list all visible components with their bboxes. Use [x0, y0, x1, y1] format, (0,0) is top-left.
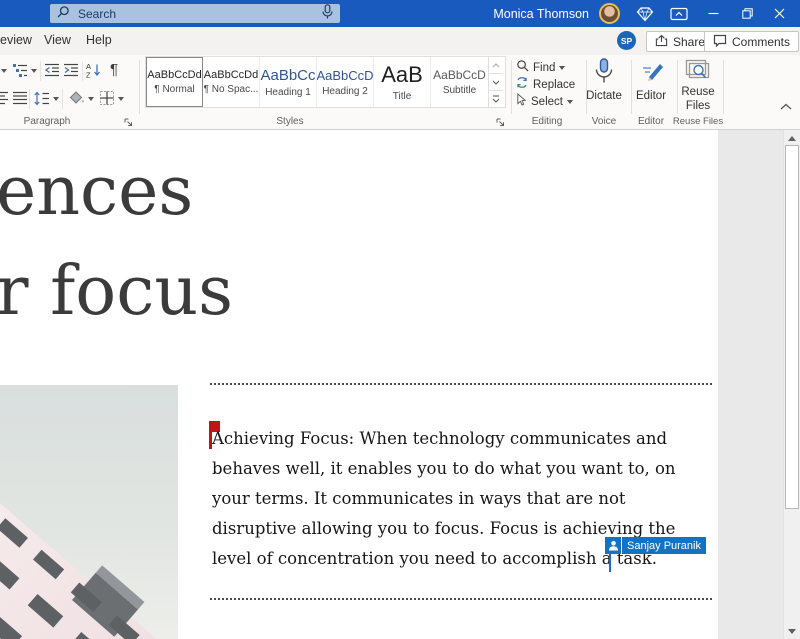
frame-dotted-border-bottom	[210, 598, 712, 600]
scroll-down-icon[interactable]	[788, 629, 796, 634]
gallery-more-icon[interactable]	[489, 91, 503, 107]
voice-group-label: Voice	[592, 116, 616, 127]
document-heading-line2: r focus	[0, 258, 233, 326]
share-icon	[655, 34, 668, 50]
paragraph-dialog-launcher[interactable]	[124, 114, 133, 130]
decrease-indent-icon[interactable]	[44, 63, 60, 77]
ribbon-commands: AZ ¶ Paragraph AaBbCcDd ¶ Normal AaBbCcD…	[0, 55, 800, 130]
bullets-dropdown-caret[interactable]	[1, 69, 7, 73]
find-icon	[516, 59, 529, 77]
gallery-scroll-down-icon[interactable]	[489, 74, 503, 91]
comments-label: Comments	[732, 35, 790, 49]
style-heading2[interactable]: AaBbCcD Heading 2	[317, 57, 374, 107]
voice-search-icon[interactable]	[322, 4, 333, 24]
find-caret	[559, 66, 565, 70]
style-subtitle[interactable]: AaBbCcD Subtitle	[431, 57, 488, 107]
style-normal[interactable]: AaBbCcDd ¶ Normal	[146, 57, 203, 107]
borders-icon[interactable]	[99, 90, 115, 106]
collapse-ribbon-icon[interactable]	[780, 103, 792, 110]
gallery-scroll-up-icon[interactable]	[489, 57, 503, 74]
presence-badge-sp[interactable]: SP	[617, 31, 636, 50]
styles-gallery-scroll	[488, 57, 503, 107]
styles-dialog-launcher[interactable]	[496, 114, 505, 130]
line-spacing-icon[interactable]	[33, 91, 50, 106]
multilevel-list-caret[interactable]	[31, 69, 37, 73]
increase-indent-icon[interactable]	[63, 63, 79, 77]
account-name[interactable]: Monica Thomson	[493, 7, 589, 21]
close-button[interactable]	[764, 0, 794, 27]
document-canvas: ences r focus	[0, 130, 800, 639]
scroll-up-icon[interactable]	[788, 136, 796, 141]
scrollbar-thumb[interactable]	[785, 145, 799, 509]
paragraph-line: behaves well, it enables you to do what …	[212, 454, 676, 484]
user-avatar[interactable]	[599, 3, 620, 24]
paragraph-group-label: Paragraph	[24, 116, 71, 127]
tab-view[interactable]: View	[44, 33, 71, 47]
titlebar-right-cluster: Monica Thomson	[493, 0, 794, 27]
tab-review[interactable]: eview	[0, 33, 32, 47]
search-placeholder: Search	[78, 7, 322, 21]
replace-icon	[515, 76, 529, 94]
search-icon	[57, 5, 70, 23]
premium-gem-icon[interactable]	[628, 0, 662, 27]
share-label: Share	[673, 35, 705, 49]
reuse-files-group-label: Reuse Files	[673, 116, 723, 127]
vertical-scrollbar[interactable]	[783, 130, 800, 639]
minimize-button[interactable]	[696, 0, 730, 27]
svg-text:Z: Z	[86, 71, 91, 79]
word-app-window: Search Monica Thomson eview View Help SP…	[0, 0, 800, 639]
find-button[interactable]: Find	[516, 59, 565, 77]
shading-icon[interactable]	[68, 91, 85, 105]
editor-button-label[interactable]: Editor	[636, 90, 666, 102]
document-photo-building[interactable]	[0, 385, 178, 639]
ribbon-tab-row: eview View Help SP Share Comments	[0, 27, 800, 55]
title-bar: Search Monica Thomson	[0, 0, 800, 27]
search-input[interactable]: Search	[50, 4, 340, 23]
justify-icon[interactable]	[12, 91, 28, 105]
editing-group-label: Editing	[532, 116, 563, 127]
tab-help[interactable]: Help	[86, 33, 112, 47]
select-button[interactable]: Select	[516, 93, 573, 111]
pilcrow-icon[interactable]: ¶	[110, 61, 118, 78]
sort-icon[interactable]: AZ	[86, 62, 101, 78]
style-title[interactable]: AaB Title	[374, 57, 431, 107]
editor-group-label: Editor	[638, 116, 664, 127]
multilevel-list-icon[interactable]	[12, 63, 28, 77]
ribbon-display-options-button[interactable]	[662, 0, 696, 27]
replace-button[interactable]: Replace	[515, 76, 575, 94]
styles-gallery: AaBbCcDd ¶ Normal AaBbCcDd ¶ No Spac... …	[145, 56, 506, 108]
document-page[interactable]: ences r focus	[0, 130, 718, 639]
reuse-files-icon[interactable]	[685, 59, 711, 83]
comments-icon	[713, 34, 727, 50]
photo-building-facade	[0, 503, 178, 639]
coauthor-person-icon	[605, 537, 621, 554]
align-center-icon[interactable]	[0, 91, 9, 105]
comments-button[interactable]: Comments	[704, 31, 799, 52]
select-caret	[567, 100, 573, 104]
line-spacing-caret[interactable]	[53, 97, 59, 101]
frame-dotted-border-top	[210, 383, 712, 385]
reuse-files-label-line2[interactable]: Files	[686, 100, 710, 112]
select-icon	[516, 93, 527, 111]
restore-button[interactable]	[730, 0, 764, 27]
style-no-spacing[interactable]: AaBbCcDd ¶ No Spac...	[203, 57, 260, 107]
dictate-icon[interactable]	[593, 58, 615, 86]
styles-group-label: Styles	[276, 116, 303, 127]
coauthor-flag[interactable]: Sanjay Puranik	[605, 537, 706, 554]
paragraph-line: your terms. It communicates in ways that…	[212, 484, 676, 514]
dictate-label[interactable]: Dictate	[586, 90, 622, 102]
coauthor-text-cursor	[609, 553, 611, 572]
shading-caret[interactable]	[88, 97, 94, 101]
editor-icon[interactable]	[640, 60, 664, 84]
style-heading1[interactable]: AaBbCc Heading 1	[260, 57, 317, 107]
paragraph-line: Achieving Focus: When technology communi…	[212, 424, 676, 454]
borders-caret[interactable]	[118, 97, 124, 101]
document-heading-line1: ences	[0, 158, 193, 226]
reuse-files-label-line1[interactable]: Reuse	[681, 86, 714, 98]
coauthor-name-label: Sanjay Puranik	[622, 537, 706, 554]
